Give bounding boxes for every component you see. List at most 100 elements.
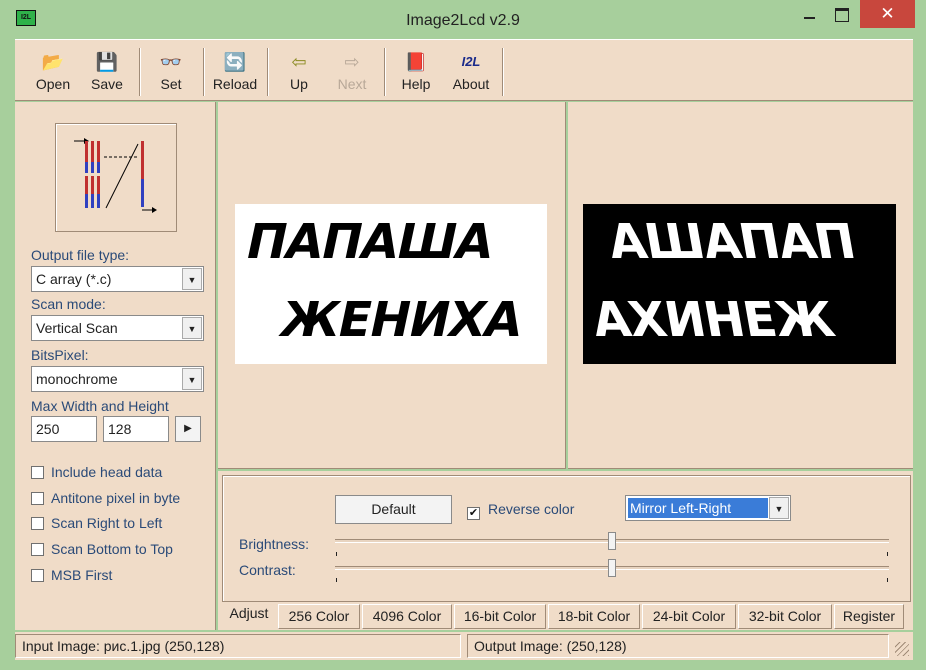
output-file-type-select[interactable]: C array (*.c) ▼ [31,266,204,292]
output-image: АШАПАП АХИНЕЖ [583,204,896,364]
slider-tick [887,552,888,556]
about-button[interactable]: I2L About [446,50,496,100]
checkbox-label: MSB First [51,567,113,583]
maximize-button[interactable] [827,0,857,28]
open-button[interactable]: 📂 Open [30,50,76,100]
checkbox-box[interactable] [31,492,44,505]
resize-grip-icon[interactable] [895,642,909,656]
brightness-slider-thumb[interactable] [608,532,616,550]
checkbox-label: Scan Bottom to Top [51,541,173,557]
output-image-panel: АШАПАП АХИНЕЖ [568,102,913,469]
chevron-down-icon[interactable]: ▼ [182,368,202,390]
output-image-line-1: АШАПАП [604,214,860,270]
brightness-slider-track[interactable] [335,532,889,550]
help-label: Help [401,76,431,92]
output-file-type-label: Output file type: [31,247,130,263]
vertical-scan-diagram-icon [74,138,157,213]
reload-label: Reload [212,76,258,92]
tab-16-bit-color[interactable]: 16-bit Color [454,604,546,629]
reverse-color-checkbox[interactable]: ✔ Reverse color [467,501,574,520]
reload-icon: 🔄 [223,52,247,72]
mirror-mode-select[interactable]: Mirror Left-Right ▼ [625,495,791,521]
checkbox-label: Scan Right to Left [51,515,163,531]
brightness-label: Brightness: [239,536,310,552]
apply-size-button[interactable]: ▶ [175,416,201,442]
open-label: Open [35,76,71,92]
arrow-right-icon: ⇨ [344,52,360,72]
chevron-down-icon[interactable]: ▼ [769,497,789,519]
floppy-disk-icon: 💾 [95,52,119,72]
contrast-slider-thumb[interactable] [608,559,616,577]
adjust-panel: Default ✔ Reverse color Mirror Left-Right… [218,471,913,630]
contrast-slider-track[interactable] [335,559,889,577]
antitone-pixel-checkbox[interactable]: Antitone pixel in byte [31,490,180,506]
play-arrow-icon: ▶ [184,423,192,434]
tab-4096-color[interactable]: 4096 Color [362,604,452,629]
minimize-button[interactable] [795,0,825,28]
help-book-icon: 📕 [404,52,428,72]
adjust-group: Default ✔ Reverse color Mirror Left-Right… [222,475,911,602]
include-head-data-checkbox[interactable]: Include head data [31,464,162,480]
next-button[interactable]: ⇨ Next [329,50,375,100]
tab-256-color[interactable]: 256 Color [278,604,360,629]
slider-tick [336,578,337,582]
checkbox-box[interactable] [31,569,44,582]
app-window: I2L Image2Lcd v2.9 ✕ 📂 Open 💾 Save 👓 Set… [0,0,926,670]
close-button[interactable]: ✕ [860,0,915,28]
chevron-down-icon[interactable]: ▼ [182,268,202,290]
tab-register[interactable]: Register [834,604,904,629]
checkbox-box[interactable] [31,466,44,479]
set-button[interactable]: 👓 Set [148,50,194,100]
settings-panel: Output file type: C array (*.c) ▼ Scan m… [15,102,216,630]
bits-pixel-value: monochrome [36,371,118,387]
window-title: Image2Lcd v2.9 [406,12,520,29]
glasses-icon: 👓 [159,52,183,72]
slider-tick [887,578,888,582]
title-bar[interactable]: I2L Image2Lcd v2.9 ✕ [0,0,926,38]
input-image-status: Input Image: рис.1.jpg (250,128) [15,634,461,658]
mirror-mode-value: Mirror Left-Right [628,498,768,518]
scan-preview [55,123,177,232]
input-image-panel: ПАПАША ЖЕНИХА [218,102,566,469]
output-file-type-value: C array (*.c) [36,271,112,287]
help-button[interactable]: 📕 Help [393,50,439,100]
reload-button[interactable]: 🔄 Reload [211,50,259,100]
chevron-down-icon[interactable]: ▼ [182,317,202,339]
tab-adjust[interactable]: Adjust [222,602,276,627]
checkbox-box[interactable] [31,543,44,556]
scan-mode-value: Vertical Scan [36,320,118,336]
checkbox-checked-icon[interactable]: ✔ [467,507,480,520]
toolbar-separator [384,48,386,96]
scan-right-to-left-checkbox[interactable]: Scan Right to Left [31,515,162,531]
output-image-line-2: АХИНЕЖ [588,292,838,348]
scan-mode-select[interactable]: Vertical Scan ▼ [31,315,204,341]
max-height-input[interactable]: 128 [103,416,169,442]
save-button[interactable]: 💾 Save [84,50,130,100]
max-size-label: Max Width and Height [31,398,169,414]
tab-24-bit-color[interactable]: 24-bit Color [642,604,736,629]
max-width-input[interactable]: 250 [31,416,97,442]
checkbox-box[interactable] [31,517,44,530]
toolbar: 📂 Open 💾 Save 👓 Set 🔄 Reload ⇦ Up ⇨ Next… [15,39,913,101]
bits-pixel-select[interactable]: monochrome ▼ [31,366,204,392]
input-image: ПАПАША ЖЕНИХА [235,204,547,364]
default-button[interactable]: Default [335,495,452,524]
next-label: Next [337,76,367,92]
reverse-color-label: Reverse color [488,501,575,517]
msb-first-checkbox[interactable]: MSB First [31,567,112,583]
about-label: About [452,76,490,92]
bits-pixel-label: BitsPixel: [31,347,89,363]
scan-bottom-to-top-checkbox[interactable]: Scan Bottom to Top [31,541,173,557]
toolbar-separator [203,48,205,96]
tab-32-bit-color[interactable]: 32-bit Color [738,604,832,629]
contrast-label: Contrast: [239,562,296,578]
up-button[interactable]: ⇦ Up [276,50,322,100]
arrow-left-icon: ⇦ [291,52,307,72]
toolbar-separator [267,48,269,96]
open-folder-icon: 📂 [41,52,65,72]
checkbox-label: Antitone pixel in byte [51,490,181,506]
i2l-logo-icon: I2L [461,54,481,69]
tab-18-bit-color[interactable]: 18-bit Color [548,604,640,629]
set-label: Set [160,76,182,92]
scan-mode-label: Scan mode: [31,296,106,312]
